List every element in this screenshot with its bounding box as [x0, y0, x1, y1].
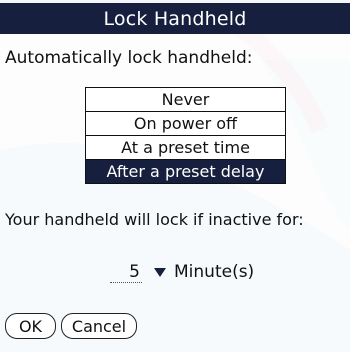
delay-row: 5 Minute(s) — [110, 260, 254, 284]
lock-options-list: Never On power off At a preset time Afte… — [85, 87, 286, 184]
inactivity-info-label: Your handheld will lock if inactive for: — [5, 210, 304, 229]
triangle-down-icon — [154, 267, 166, 277]
option-after-preset-delay[interactable]: After a preset delay — [86, 160, 285, 183]
ok-button[interactable]: OK — [5, 313, 56, 339]
option-on-power-off[interactable]: On power off — [86, 112, 285, 136]
delay-value-field[interactable]: 5 — [110, 262, 142, 283]
cancel-button[interactable]: Cancel — [61, 313, 137, 339]
delay-unit-label: Minute(s) — [174, 262, 255, 282]
option-at-preset-time[interactable]: At a preset time — [86, 136, 285, 160]
option-never[interactable]: Never — [86, 88, 285, 112]
dialog-title: Lock Handheld — [0, 3, 350, 34]
delay-unit-selector[interactable]: Minute(s) — [142, 262, 254, 282]
prompt-label: Automatically lock handheld: — [5, 48, 253, 68]
